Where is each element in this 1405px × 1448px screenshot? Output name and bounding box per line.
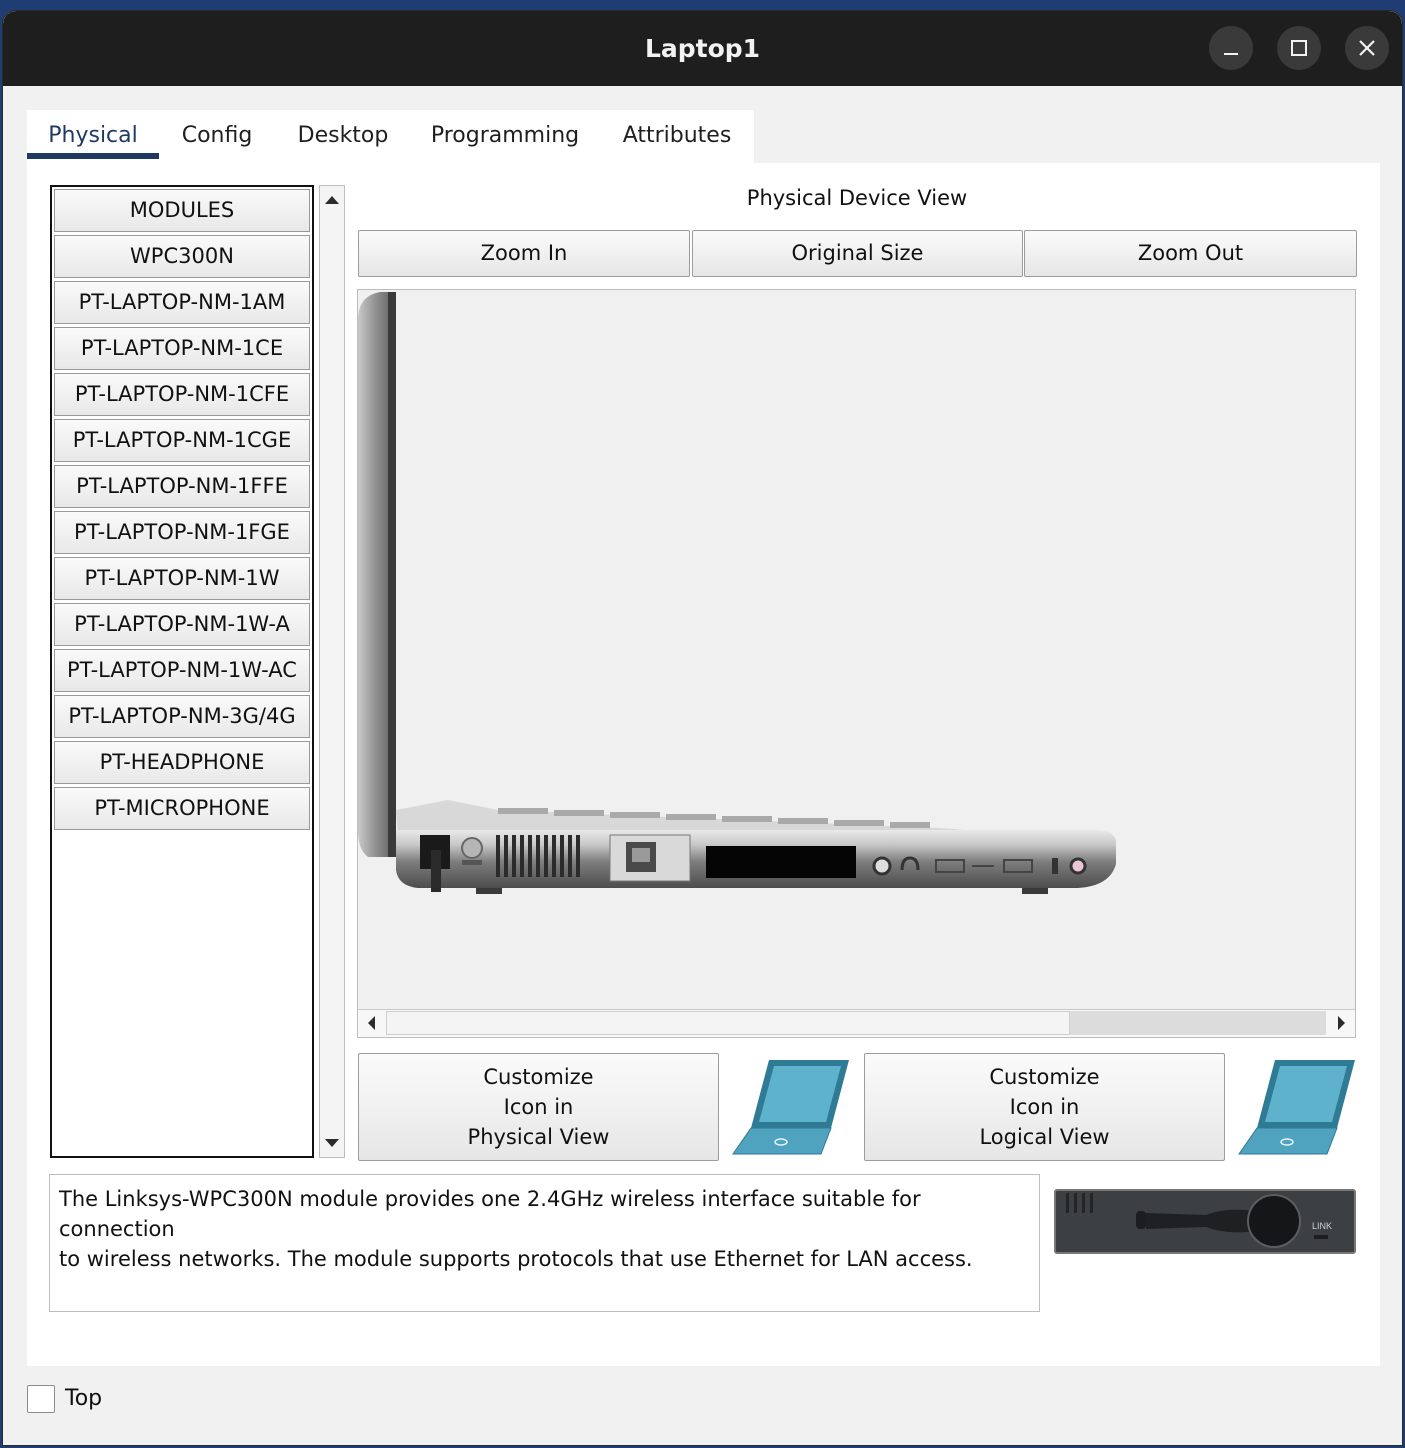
module-item[interactable]: PT-LAPTOP-NM-1CE <box>54 327 310 370</box>
viewport-horizontal-scrollbar[interactable] <box>358 1009 1355 1037</box>
customize-physical-icon-button[interactable]: Customize Icon in Physical View <box>358 1053 719 1161</box>
module-description: The Linksys-WPC300N module provides one … <box>49 1174 1040 1312</box>
module-item[interactable]: PT-LAPTOP-NM-1CGE <box>54 419 310 462</box>
laptop1-window: Laptop1 Physical Config Desktop Programm… <box>2 10 1403 1446</box>
title-bar[interactable]: Laptop1 <box>3 11 1402 86</box>
button-label-line: Icon in <box>1009 1095 1080 1119</box>
button-label-line: Physical View <box>467 1125 610 1149</box>
physical-device-view-label: Physical Device View <box>746 186 968 210</box>
tab-config[interactable]: Config <box>169 110 265 163</box>
tab-bar: Physical Config Desktop Programming Attr… <box>27 110 754 163</box>
link-label: LINK <box>1312 1221 1332 1231</box>
tab-attributes[interactable]: Attributes <box>611 110 743 163</box>
tab-programming[interactable]: Programming <box>423 110 587 163</box>
scrollbar-track[interactable] <box>1070 1011 1326 1035</box>
customize-logical-icon-button[interactable]: Customize Icon in Logical View <box>864 1053 1225 1161</box>
laptop-logical-icon <box>1238 1060 1355 1155</box>
original-size-button[interactable]: Original Size <box>692 230 1023 277</box>
button-label-line: Customize <box>989 1065 1100 1089</box>
button-label-line: Logical View <box>979 1125 1110 1149</box>
module-image: LINK <box>1054 1189 1356 1254</box>
tab-label: Desktop <box>297 123 389 148</box>
module-item[interactable]: WPC300N <box>54 235 310 278</box>
tab-label: Physical <box>48 123 138 148</box>
module-item[interactable]: PT-LAPTOP-NM-1FGE <box>54 511 310 554</box>
module-item[interactable]: PT-LAPTOP-NM-1CFE <box>54 373 310 416</box>
physical-tab-panel: MODULES WPC300N PT-LAPTOP-NM-1AM PT-LAPT… <box>27 163 1380 1366</box>
wpc300n-module-image: LINK <box>1056 1191 1354 1252</box>
module-item[interactable]: PT-LAPTOP-NM-1W-A <box>54 603 310 646</box>
maximize-icon <box>1291 40 1307 56</box>
zoom-in-button[interactable]: Zoom In <box>358 230 690 277</box>
physical-device-viewport[interactable] <box>357 289 1356 1038</box>
module-item[interactable]: PT-MICROPHONE <box>54 787 310 830</box>
module-item[interactable]: PT-LAPTOP-NM-1W <box>54 557 310 600</box>
tab-desktop[interactable]: Desktop <box>285 110 401 163</box>
zoom-out-button[interactable]: Zoom Out <box>1024 230 1357 277</box>
modules-scrollbar[interactable] <box>319 185 345 1158</box>
button-label-line: Icon in <box>503 1095 574 1119</box>
laptop-physical-icon <box>732 1060 849 1155</box>
close-button[interactable] <box>1345 26 1389 70</box>
tab-label: Attributes <box>622 123 732 148</box>
top-label: Top <box>65 1386 103 1411</box>
scrollbar-thumb[interactable] <box>386 1011 1070 1035</box>
active-tab-underline <box>27 153 159 159</box>
module-item[interactable]: PT-HEADPHONE <box>54 741 310 784</box>
module-item[interactable]: PT-LAPTOP-NM-3G/4G <box>54 695 310 738</box>
description-line: to wireless networks. The module support… <box>59 1247 973 1271</box>
button-label-line: Customize <box>483 1065 594 1089</box>
close-icon <box>1359 40 1375 56</box>
scroll-left-icon[interactable] <box>360 1010 384 1036</box>
modules-list[interactable]: MODULES WPC300N PT-LAPTOP-NM-1AM PT-LAPT… <box>50 185 314 1158</box>
module-item[interactable]: PT-LAPTOP-NM-1AM <box>54 281 310 324</box>
scroll-down-icon[interactable] <box>320 1131 344 1155</box>
tab-label: Config <box>181 123 253 148</box>
module-item[interactable]: PT-LAPTOP-NM-1W-AC <box>54 649 310 692</box>
laptop-side-image[interactable] <box>358 290 1355 1010</box>
scroll-right-icon[interactable] <box>1329 1010 1353 1036</box>
top-checkbox[interactable] <box>27 1385 55 1413</box>
module-item[interactable]: PT-LAPTOP-NM-1FFE <box>54 465 310 508</box>
description-line: The Linksys-WPC300N module provides one … <box>59 1187 921 1241</box>
scroll-up-icon[interactable] <box>320 188 344 212</box>
tab-label: Programming <box>430 123 580 148</box>
window-title: Laptop1 <box>644 34 761 63</box>
maximize-button[interactable] <box>1277 26 1321 70</box>
module-item-header[interactable]: MODULES <box>54 189 310 232</box>
minimize-icon <box>1224 53 1238 55</box>
minimize-button[interactable] <box>1209 26 1253 70</box>
